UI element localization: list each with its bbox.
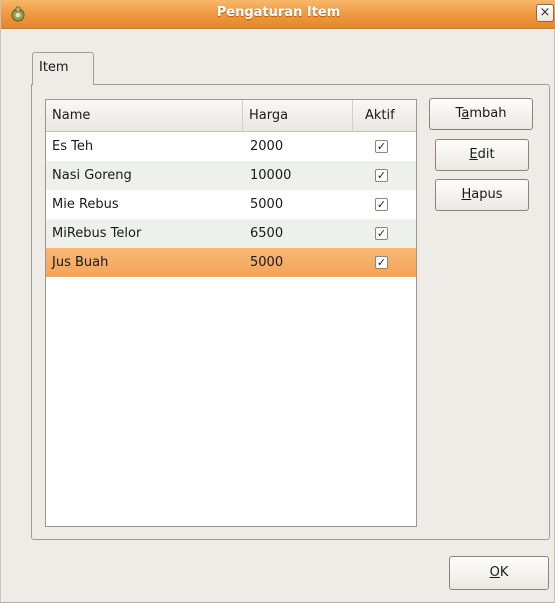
cell-harga: 10000 — [250, 168, 292, 183]
close-icon: × — [539, 5, 551, 20]
cell-harga: 5000 — [250, 255, 284, 270]
cell-name: Mie Rebus — [52, 197, 119, 212]
cell-harga: 5000 — [250, 197, 284, 212]
cell-name: Jus Buah — [52, 255, 109, 270]
table-row[interactable]: MiRebus Telor 6500 ✓ — [46, 219, 416, 248]
cell-harga: 2000 — [250, 139, 284, 154]
tambah-button[interactable]: Tambah — [429, 98, 533, 130]
cell-name: Es Teh — [52, 139, 94, 154]
check-icon[interactable]: ✓ — [375, 256, 388, 269]
table-row[interactable]: Es Teh 2000 ✓ — [46, 132, 416, 161]
check-icon[interactable]: ✓ — [375, 169, 388, 182]
column-header-name[interactable]: Name — [46, 100, 242, 131]
item-list[interactable]: Name Harga Aktif Es Teh 2000 ✓ Nasi Gore… — [45, 99, 417, 527]
hapus-button[interactable]: Hapus — [435, 179, 529, 211]
cell-harga: 6500 — [250, 226, 284, 241]
tab-item-label: Item — [39, 60, 69, 75]
check-icon[interactable]: ✓ — [375, 198, 388, 211]
title-bar[interactable]: Pengaturan Item × — [1, 0, 555, 29]
window-title: Pengaturan Item — [216, 5, 341, 20]
list-header: Name Harga Aktif — [46, 100, 416, 132]
ok-button[interactable]: OK — [449, 556, 549, 590]
tab-item[interactable]: Item — [32, 52, 94, 85]
check-icon[interactable]: ✓ — [375, 140, 388, 153]
column-header-aktif[interactable]: Aktif — [352, 100, 416, 131]
dialog-window: Pengaturan Item × Item Name Harga Aktif … — [0, 0, 555, 603]
table-row[interactable]: Mie Rebus 5000 ✓ — [46, 190, 416, 219]
cell-name: Nasi Goreng — [52, 168, 132, 183]
check-icon[interactable]: ✓ — [375, 227, 388, 240]
column-header-harga[interactable]: Harga — [242, 100, 352, 131]
table-row[interactable]: Nasi Goreng 10000 ✓ — [46, 161, 416, 190]
edit-button[interactable]: Edit — [435, 139, 529, 171]
close-button[interactable]: × — [536, 4, 554, 22]
cell-name: MiRebus Telor — [52, 226, 142, 241]
table-row-selected[interactable]: Jus Buah 5000 ✓ — [46, 248, 416, 277]
